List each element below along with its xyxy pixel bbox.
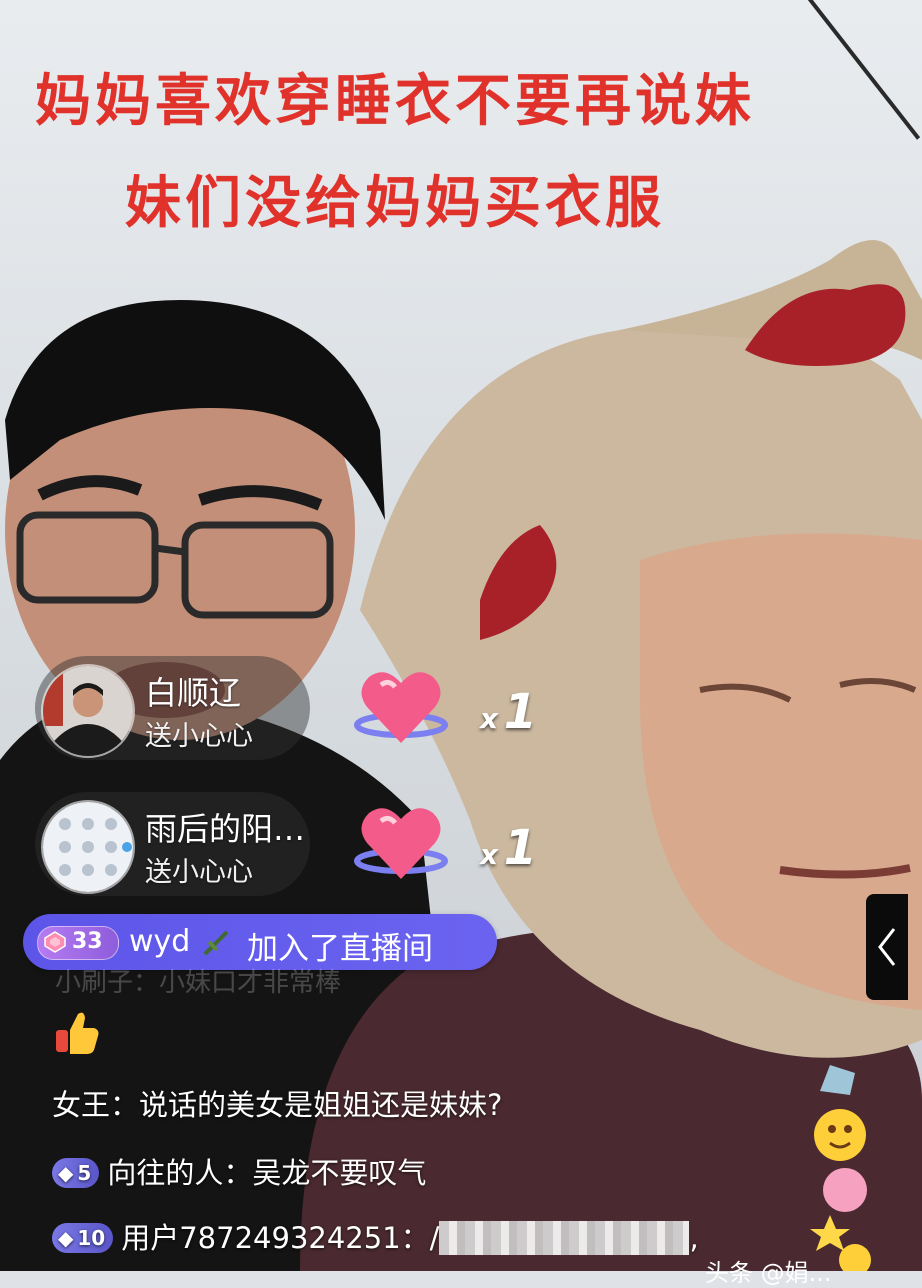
fan-badge-icon: [203, 930, 229, 956]
diamond-icon: ◆: [58, 1161, 74, 1185]
gift-action-text: 送小心心: [145, 721, 253, 752]
gift-count: x 1: [480, 684, 537, 740]
chat-username[interactable]: 女王: [52, 1088, 110, 1122]
chat-text: 吴龙不要叹气: [252, 1156, 427, 1190]
headline-line-2: 妹们没给妈妈买衣服: [125, 171, 665, 236]
chat-message: ◆ 5 向往的人：吴龙不要叹气: [52, 1150, 426, 1192]
pixelated-emoji-area: [439, 1221, 690, 1255]
chat-text: /: [429, 1221, 440, 1255]
chat-separator: ：: [400, 1221, 430, 1255]
chat-username[interactable]: 用户787249324251: [121, 1221, 400, 1255]
chat-separator: ：: [110, 1088, 140, 1122]
level-gem-icon: [44, 931, 66, 953]
gift-sender-name: 白顺辽: [145, 674, 242, 712]
chat-tail: ,: [689, 1221, 699, 1255]
floating-emoji-decoration: [810, 1065, 871, 1271]
gift-count-number: 1: [503, 684, 538, 740]
faded-chat-comment: 小刷子：小妹口才非常棒: [55, 968, 342, 998]
chat-message: ◆ 10 用户787249324251：/,: [52, 1215, 699, 1257]
chat-level-badge: ◆ 10: [52, 1223, 114, 1253]
chat-username[interactable]: 向往的人: [107, 1156, 223, 1190]
heart-gift-icon: [354, 808, 448, 879]
gift-count-prefix: x: [480, 702, 499, 735]
chat-level-number: 10: [77, 1226, 106, 1250]
chat-separator: ：: [223, 1156, 253, 1190]
chevron-left-icon: [878, 928, 896, 966]
avatar[interactable]: [41, 800, 135, 894]
gift-action-text: 送小心心: [145, 857, 253, 888]
gift-count-prefix: x: [480, 838, 499, 871]
joined-user-name[interactable]: wyd: [129, 924, 190, 959]
chat-level-number: 5: [77, 1161, 92, 1185]
side-panel-toggle[interactable]: [866, 894, 908, 1000]
gift-sender-name: 雨后的阳…: [145, 810, 306, 848]
gift-count: x 1: [480, 820, 537, 876]
gift-count-number: 1: [503, 820, 538, 876]
user-level-number: 33: [72, 929, 103, 954]
thumbs-up-icon: [56, 1012, 99, 1054]
headline-line-1: 妈妈喜欢穿睡衣不要再说妹: [35, 69, 755, 134]
chat-text: 说话的美女是姐姐还是妹妹?: [139, 1088, 503, 1122]
avatar[interactable]: [41, 664, 135, 758]
chat-message: 女王：说话的美女是姐姐还是妹妹?: [52, 1082, 502, 1124]
diamond-icon: ◆: [58, 1226, 74, 1250]
gift-notification: 雨后的阳… 送小心心 x 1: [35, 792, 537, 896]
gift-notification: 白顺辽 送小心心 x 1: [35, 656, 537, 760]
chat-level-badge: ◆ 5: [52, 1158, 100, 1188]
user-level-badge: 33: [37, 926, 119, 960]
heart-gift-icon: [354, 672, 448, 743]
